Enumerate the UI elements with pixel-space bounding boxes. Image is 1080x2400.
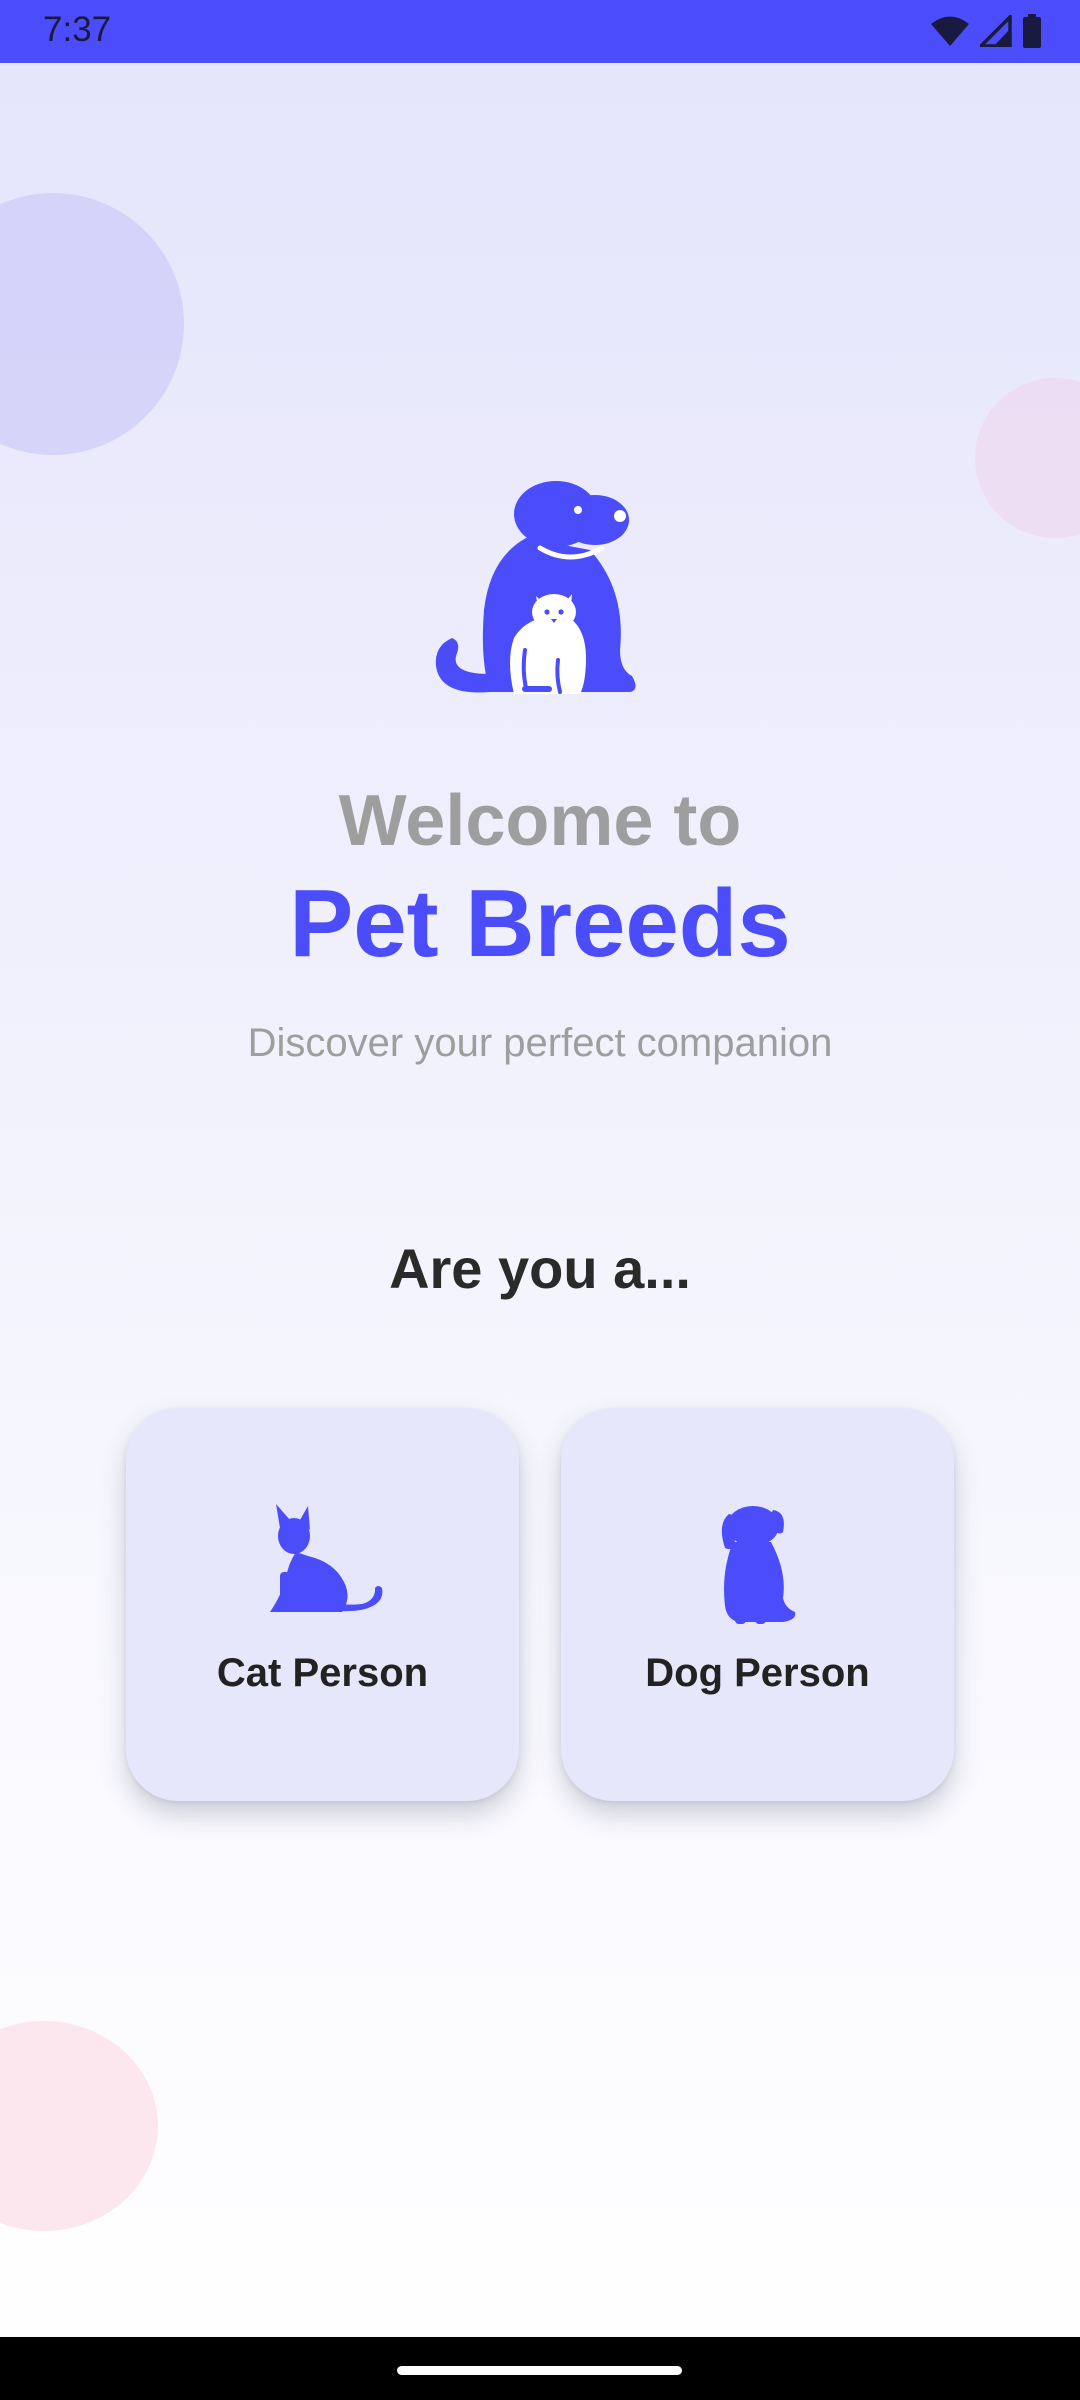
app-title: Pet Breeds: [289, 870, 791, 977]
question-heading: Are you a...: [389, 1237, 691, 1300]
cat-person-button[interactable]: Cat Person: [126, 1408, 519, 1801]
tagline: Discover your perfect companion: [247, 1021, 833, 1065]
cat-icon: [269, 1504, 382, 1612]
dog-and-cat-icon: [435, 481, 636, 694]
dog-person-button[interactable]: Dog Person: [561, 1408, 954, 1801]
dog-icon: [721, 1506, 795, 1624]
home-indicator[interactable]: [397, 2366, 682, 2375]
battery-icon: [1023, 14, 1041, 48]
signal-icon: [980, 15, 1012, 47]
wifi-icon: [931, 16, 969, 46]
welcome-heading: Welcome to: [338, 781, 742, 861]
decorative-circle-bottom-left: [0, 2021, 158, 2231]
status-bar: 7:37: [0, 0, 1080, 63]
welcome-screen: 7:37 Welcome to Pet Breeds Discover your…: [0, 0, 1080, 2400]
decorative-circle-top-left: [0, 193, 184, 455]
dog-person-label: Dog Person: [645, 1651, 870, 1695]
cat-person-label: Cat Person: [216, 1651, 429, 1695]
status-time: 7:37: [43, 10, 112, 49]
decorative-circle-right: [975, 378, 1080, 538]
status-icons: [930, 14, 1042, 48]
